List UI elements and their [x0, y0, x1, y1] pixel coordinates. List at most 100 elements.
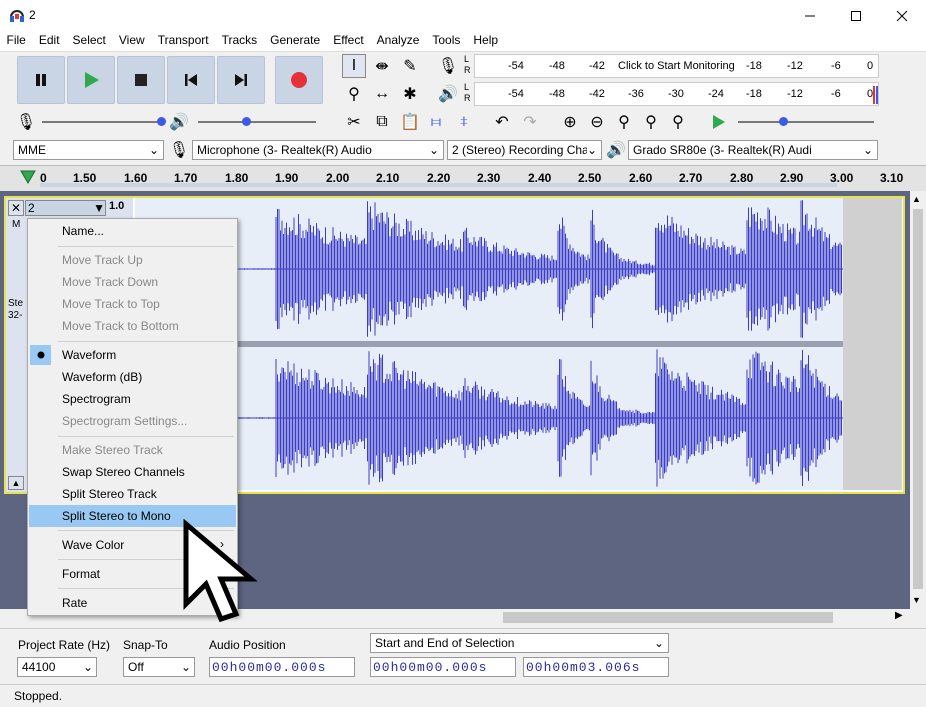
menu-item-waveform[interactable]: Waveform — [29, 344, 236, 366]
menu-view[interactable]: View — [112, 31, 151, 51]
monitoring-prompt[interactable]: Click to Start Monitoring — [618, 60, 735, 72]
track-info: 32- — [8, 310, 23, 321]
selection-end-display[interactable]: 00h00m03.006s — [523, 657, 669, 677]
i-beam-icon: I — [351, 57, 357, 74]
timeline-ruler[interactable]: 0 1.50 1.60 1.70 1.80 1.90 2.00 2.10 2.2… — [0, 165, 926, 191]
menu-tracks[interactable]: Tracks — [215, 31, 264, 51]
menu-item-move-track-to-bottom[interactable]: Move Track to Bottom — [29, 315, 236, 337]
silence-button[interactable]: ⧧ — [452, 110, 476, 134]
playback-volume-slider[interactable] — [198, 117, 316, 126]
zoom-in-button[interactable]: ⊕ — [558, 110, 582, 134]
menu-help[interactable]: Help — [467, 31, 505, 51]
menu-generate[interactable]: Generate — [264, 31, 327, 51]
redo-icon: ↷ — [523, 114, 537, 131]
envelope-tool-button[interactable]: ⇼ — [370, 54, 394, 78]
paste-button[interactable]: 📋 — [398, 110, 422, 134]
menu-item-move-track-up[interactable]: Move Track Up — [29, 249, 236, 271]
menu-item-move-track-down[interactable]: Move Track Down — [29, 271, 236, 293]
project-rate-label: Project Rate (Hz) — [18, 638, 111, 652]
window-title: 2 — [29, 8, 36, 22]
menu-item-spectrogram[interactable]: Spectrogram — [29, 388, 236, 410]
skip-to-end-button[interactable] — [217, 56, 265, 104]
audio-position-display[interactable]: 00h00m00.000s — [209, 657, 355, 677]
recording-channels-select[interactable]: 2 (Stereo) Recording Chan ⌄ — [447, 140, 602, 160]
collapse-track-button[interactable]: ▲ — [8, 476, 24, 490]
cut-button[interactable]: ✂ — [342, 110, 366, 134]
close-track-button[interactable]: ✕ — [8, 200, 24, 216]
zoom-toggle-icon: ⚲ — [672, 114, 684, 131]
menu-item-move-track-to-top[interactable]: Move Track to Top — [29, 293, 236, 315]
menu-item-swap-stereo-channels[interactable]: Swap Stereo Channels — [29, 461, 236, 483]
waveform-left-channel[interactable] — [134, 198, 843, 341]
menu-analyze[interactable]: Analyze — [370, 31, 426, 51]
recording-channels-value: 2 (Stereo) Recording Chan — [452, 143, 587, 157]
checked-bullet-icon — [30, 345, 51, 365]
maximize-button[interactable] — [833, 0, 879, 31]
zoom-toggle-button[interactable]: ⚲ — [666, 110, 690, 134]
menu-tools[interactable]: Tools — [426, 31, 467, 51]
track-name: 2 — [28, 201, 35, 215]
selection-tool-button[interactable]: I — [342, 54, 366, 78]
scroll-thumb[interactable] — [913, 209, 923, 589]
playback-meter-channels: LR — [464, 82, 471, 104]
zoom-out-button[interactable]: ⊖ — [585, 110, 609, 134]
snap-to-select[interactable]: Off ⌄ — [123, 657, 195, 677]
close-button[interactable] — [879, 0, 925, 31]
menu-item-split-stereo-track[interactable]: Split Stereo Track — [29, 483, 236, 505]
fit-selection-button[interactable]: ⚲ — [612, 110, 636, 134]
zoom-tool-button[interactable]: ⚲ — [342, 82, 366, 106]
vertical-scrollbar[interactable]: ▲ ▼ — [910, 191, 926, 609]
selection-end-value: 00h00m03.006s — [526, 659, 641, 675]
mute-button[interactable]: M — [12, 219, 20, 230]
stop-button[interactable] — [117, 56, 165, 104]
skip-to-start-button[interactable] — [167, 56, 215, 104]
selection-mode-select[interactable]: Start and End of Selection ⌄ — [370, 633, 669, 653]
playback-meter-button[interactable]: 🔊 — [436, 82, 460, 106]
pause-button[interactable] — [17, 56, 65, 104]
menu-item-make-stereo-track[interactable]: Make Stereo Track — [29, 439, 236, 461]
ruler-ticks: 0 1.50 1.60 1.70 1.80 1.90 2.00 2.10 2.2… — [40, 166, 926, 192]
redo-button[interactable]: ↷ — [518, 110, 542, 134]
fit-project-button[interactable]: ⚲ — [639, 110, 663, 134]
chevron-down-icon: ⌄ — [862, 143, 873, 157]
record-meter-button[interactable]: 🎙 — [436, 54, 460, 78]
menu-bar: File Edit Select View Transport Tracks G… — [0, 31, 926, 51]
trim-button[interactable]: ⧦ — [424, 110, 448, 134]
status-text: Stopped. — [14, 689, 63, 703]
menu-transport[interactable]: Transport — [151, 31, 215, 51]
undo-button[interactable]: ↶ — [490, 110, 514, 134]
audio-host-select[interactable]: MME ⌄ — [13, 140, 164, 160]
copy-button[interactable]: ⧉ — [370, 110, 394, 134]
record-meter[interactable]: -54 -48 -42 Click to Start Monitoring -1… — [474, 54, 879, 78]
project-rate-select[interactable]: 44100 ⌄ — [17, 657, 97, 677]
playback-meter[interactable]: -54 -48 -42 -36 -30 -24 -18 -12 -6 0 — [474, 82, 879, 106]
track-menu-button[interactable]: 2 ▼ — [25, 200, 106, 216]
playback-device-select[interactable]: Grado SR80e (3- Realtek(R) Audi ⌄ — [628, 140, 878, 160]
waveform-right-channel[interactable] — [134, 347, 843, 490]
recording-device-select[interactable]: Microphone (3- Realtek(R) Audio ⌄ — [192, 140, 444, 160]
menu-separator — [58, 246, 234, 247]
h-scroll-thumb[interactable] — [503, 612, 833, 623]
menu-select[interactable]: Select — [66, 31, 112, 51]
selection-start-display[interactable]: 00h00m00.000s — [370, 657, 516, 677]
zoom-in-icon: ⊕ — [563, 114, 577, 131]
play-speed-slider[interactable] — [738, 117, 874, 126]
menu-item-name[interactable]: Name... — [29, 220, 236, 242]
menu-edit[interactable]: Edit — [32, 31, 66, 51]
channel-l-label: L — [464, 54, 470, 64]
menu-item-spectrogram-settings[interactable]: Spectrogram Settings... — [29, 410, 236, 432]
menu-item-waveform-db[interactable]: Waveform (dB) — [29, 366, 236, 388]
play-button[interactable] — [67, 56, 115, 104]
multi-tool-button[interactable]: ✱ — [398, 82, 422, 106]
minimize-button[interactable] — [787, 0, 833, 31]
scroll-up-icon[interactable]: ▲ — [912, 194, 921, 204]
timeshift-tool-button[interactable]: ↔ — [370, 82, 394, 106]
menu-effect[interactable]: Effect — [327, 31, 370, 51]
record-button[interactable] — [275, 56, 323, 104]
menu-file[interactable]: File — [0, 31, 32, 51]
draw-tool-button[interactable]: ✎ — [398, 54, 422, 78]
scroll-down-icon[interactable]: ▼ — [912, 595, 921, 605]
play-at-speed-button[interactable] — [706, 110, 730, 134]
recording-volume-slider[interactable] — [42, 117, 166, 126]
scroll-right-icon[interactable]: ▶ — [895, 610, 903, 621]
